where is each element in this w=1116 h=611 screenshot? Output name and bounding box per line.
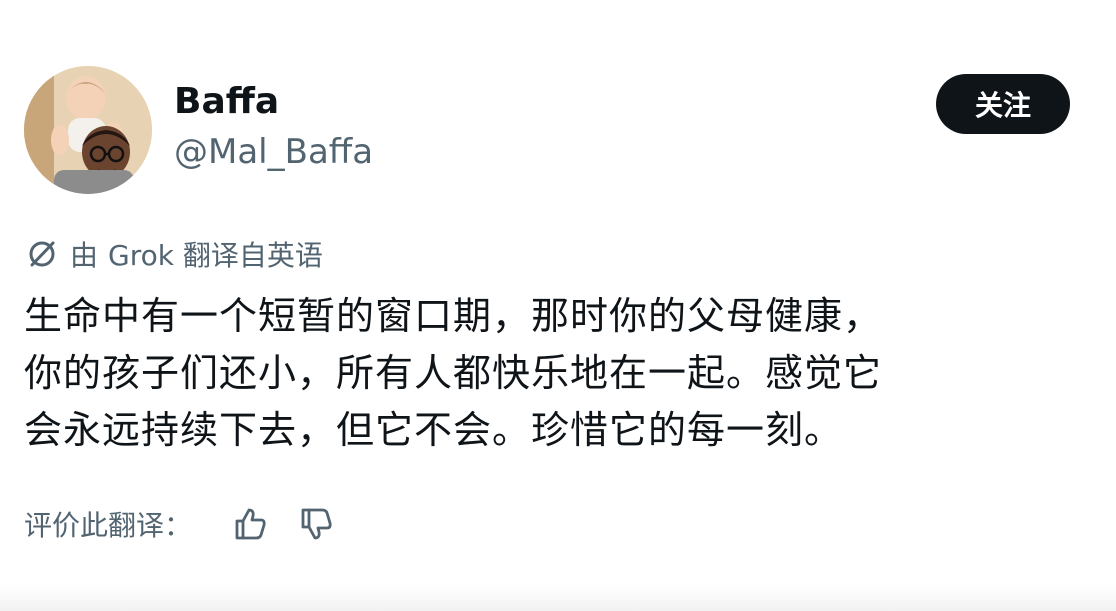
translation-attribution: 由 Grok 翻译自英语 — [26, 234, 323, 274]
post-text-line: 生命中有一个短暂的窗口期，那时你的父母健康， — [24, 294, 883, 338]
follow-button[interactable]: 关注 — [936, 74, 1070, 134]
post-text-line: 你的孩子们还小，所有人都快乐地在一起。感觉它 — [24, 351, 883, 395]
translation-prefix: 由 — [70, 239, 99, 272]
avatar[interactable] — [24, 66, 152, 194]
post-text-line: 会永远持续下去，但它不会。珍惜它的每一刻。 — [24, 408, 844, 452]
user-handle[interactable]: @Mal_Baffa — [174, 130, 373, 174]
rate-translation: 评价此翻译： — [24, 500, 334, 548]
thumbs-down-icon[interactable] — [298, 506, 334, 542]
author-names: Baffa @Mal_Baffa — [174, 80, 373, 174]
translation-source: Grok 翻译自英语 — [108, 239, 323, 272]
thumbs-up-icon[interactable] — [232, 506, 268, 542]
avatar-image — [24, 66, 152, 194]
display-name[interactable]: Baffa — [174, 80, 373, 124]
post-text: 生命中有一个短暂的窗口期，那时你的父母健康， 你的孩子们还小，所有人都快乐地在一… — [24, 288, 1104, 459]
post-header: Baffa @Mal_Baffa 关注 — [24, 66, 1092, 194]
rate-translation-label: 评价此翻译： — [24, 509, 193, 542]
bottom-fade — [0, 585, 1116, 611]
translate-icon — [29, 241, 55, 267]
